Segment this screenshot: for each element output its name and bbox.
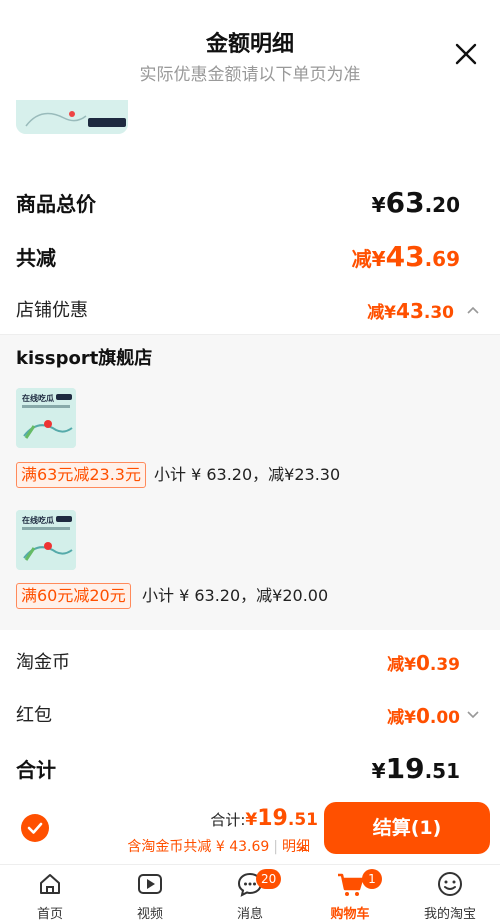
redpacket-value[interactable]: 减¥0.00 [387,703,460,728]
coins-label: 淘金币 [16,652,70,673]
cart-icon [338,873,364,896]
select-all-checkbox[interactable] [21,814,49,842]
sheet-title: 金额明细 [205,32,294,57]
item-subtotal: 小计 ¥ 63.20，减¥20.00 [142,586,329,605]
svg-text:在线吃瓜: 在线吃瓜 [22,393,54,403]
tab-home[interactable]: 首页 [0,866,100,924]
product-image: 在线吃瓜 [16,388,76,448]
checkout-button[interactable]: 结算(1) [324,802,490,854]
redpacket-label: 红包 [16,705,52,726]
shop-discount-value[interactable]: 减¥43.30 [367,298,454,323]
tab-video[interactable]: 视频 [100,866,200,924]
chevron-up-icon[interactable] [297,840,309,852]
svg-text:在线吃瓜: 在线吃瓜 [22,515,54,525]
promo-tag: 满63元减23.3元 [16,462,146,488]
sum-value: ¥19.51 [371,752,460,785]
item-subtotal: 小计 ¥ 63.20，减¥23.30 [154,465,341,484]
close-button[interactable] [450,38,482,70]
home-icon [40,874,60,894]
discount-total-label: 共减 [16,246,56,270]
tab-label: 视频 [136,907,163,922]
shop-name: kissport旗舰店 [16,348,153,369]
tab-label: 首页 [36,907,63,922]
message-badge: 20 [256,869,282,889]
total-price-label: 商品总价 [16,192,96,216]
discount-total-value: 减¥43.69 [351,240,460,273]
check-icon [27,822,43,834]
coin-discount-note: 含淘金币共减 ¥ 43.69 | 明细 [127,839,310,855]
chevron-up-icon[interactable] [466,302,480,316]
profile-icon [438,872,462,896]
shop-discount-label: 店铺优惠 [16,300,88,321]
tab-cart[interactable]: 1 购物车 [300,866,400,924]
chevron-down-icon[interactable] [466,707,480,721]
product-image: 在线吃瓜 [16,510,76,570]
tab-label: 购物车 [330,907,370,922]
total-price-value: ¥63.20 [371,186,460,219]
bottom-total: 合计:¥19.51 [210,806,318,831]
sum-label: 合计 [16,758,56,782]
video-icon [138,874,162,894]
tab-label: 消息 [236,907,263,922]
product-image [16,100,128,134]
promo-tag: 满60元减20元 [16,583,131,609]
product-thumbnail [16,100,128,134]
cart-badge: 1 [362,869,382,889]
tab-messages[interactable]: 20 消息 [200,866,300,924]
tab-profile[interactable]: 我的淘宝 [400,866,500,924]
sheet-subtitle: 实际优惠金额请以下单页为准 [139,65,361,85]
tab-label: 我的淘宝 [423,907,476,922]
close-icon [455,43,477,65]
coins-value: 减¥0.39 [387,651,460,675]
